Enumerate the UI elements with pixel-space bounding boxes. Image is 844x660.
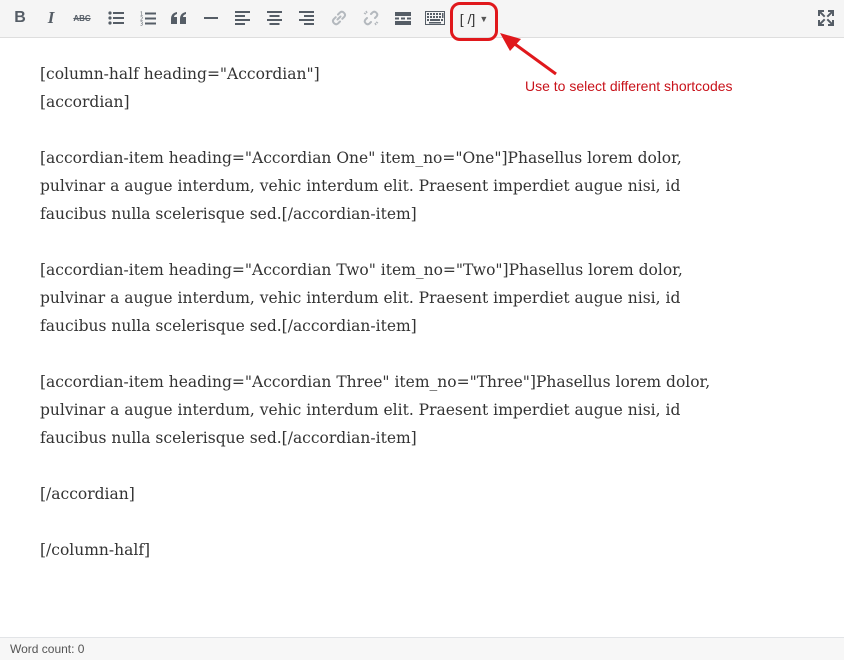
content-paragraph: [/accordian] — [40, 485, 135, 503]
horizontal-line-icon — [204, 17, 218, 19]
align-left-button[interactable] — [228, 4, 256, 32]
blockquote-button[interactable] — [165, 4, 193, 32]
read-more-icon — [395, 11, 411, 25]
editor-toolbar: B I ABC 1 2 3 [/] ▼ — [0, 0, 844, 38]
insert-link-button[interactable] — [325, 4, 353, 32]
content-paragraph: [column-half heading="Accordian"] [accor… — [40, 65, 320, 111]
editor-content[interactable]: [column-half heading="Accordian"] [accor… — [40, 60, 720, 592]
strikethrough-icon: ABC — [73, 13, 91, 23]
align-right-button[interactable] — [292, 4, 320, 32]
align-center-button[interactable] — [260, 4, 288, 32]
read-more-button[interactable] — [389, 4, 417, 32]
align-center-icon — [266, 11, 282, 25]
blockquote-icon — [171, 12, 186, 24]
content-paragraph: [accordian-item heading="Accordian Three… — [40, 373, 711, 447]
fullscreen-icon — [818, 10, 834, 26]
italic-icon: I — [47, 8, 55, 27]
remove-link-button[interactable] — [357, 4, 385, 32]
keyboard-icon — [425, 11, 445, 25]
content-paragraph: [accordian-item heading="Accordian Two" … — [40, 261, 683, 335]
content-paragraph: [/column-half] — [40, 541, 151, 559]
italic-button[interactable]: I — [37, 4, 65, 32]
numbered-list-button[interactable]: 1 2 3 — [134, 4, 162, 32]
svg-text:3: 3 — [140, 21, 143, 26]
align-right-icon — [298, 11, 314, 25]
bulleted-list-button[interactable] — [102, 4, 130, 32]
bold-button[interactable]: B — [6, 4, 34, 32]
shortcode-label: [ /] — [459, 11, 476, 27]
link-icon — [331, 10, 347, 26]
fullscreen-button[interactable] — [812, 4, 840, 32]
unlink-icon — [363, 10, 379, 26]
word-count: Word count: 0 — [10, 642, 85, 656]
strikethrough-button[interactable]: ABC — [68, 4, 96, 32]
toolbar-toggle-button[interactable] — [421, 4, 449, 32]
bulleted-list-icon — [108, 11, 124, 25]
numbered-list-icon: 1 2 3 — [140, 11, 156, 26]
status-bar: Word count: 0 — [0, 637, 844, 660]
shortcode-dropdown-button[interactable]: [ /] ▼ — [454, 7, 494, 31]
horizontal-line-button[interactable] — [197, 4, 225, 32]
bold-icon: B — [14, 9, 26, 26]
chevron-down-icon: ▼ — [479, 14, 489, 24]
align-left-icon — [234, 11, 250, 25]
content-paragraph: [accordian-item heading="Accordian One" … — [40, 149, 682, 223]
